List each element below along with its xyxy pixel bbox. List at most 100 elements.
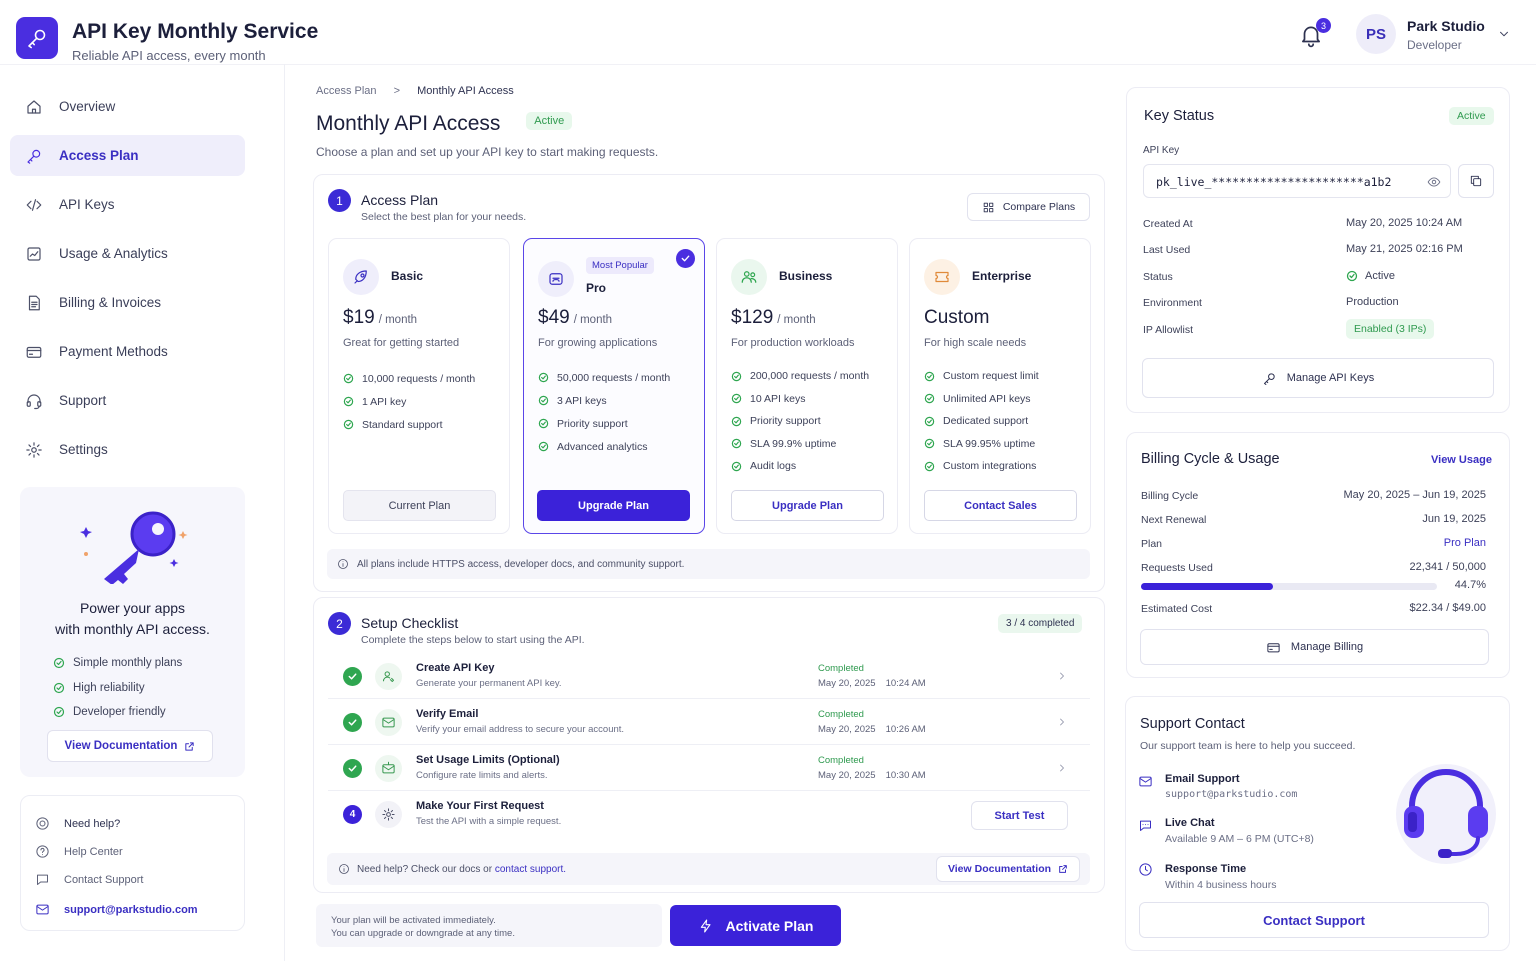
- check-circle-icon: [731, 371, 742, 381]
- sidebar-item-settings[interactable]: Settings: [10, 429, 245, 470]
- response-time-label: Response Time: [1165, 863, 1247, 875]
- check-circle-icon: [53, 682, 65, 693]
- sidebar-item-label: Support: [59, 393, 107, 408]
- api-key-field[interactable]: pk_live_**********************a1b2: [1143, 164, 1451, 198]
- sidebar-item-overview[interactable]: Overview: [10, 86, 245, 127]
- checklist-item-title: Create API Key: [416, 662, 495, 674]
- view-usage-link[interactable]: View Usage: [1431, 454, 1492, 466]
- kv-value: May 20, 2025 10:24 AM: [1346, 217, 1463, 229]
- key-icon: [1263, 372, 1275, 385]
- compare-plans-button[interactable]: Compare Plans: [967, 193, 1090, 221]
- support-email-link[interactable]: support@parkstudio.com: [35, 902, 198, 917]
- list-item: Audit logs: [731, 455, 869, 478]
- sidebar-item-support[interactable]: Support: [10, 380, 245, 421]
- info-icon: [339, 864, 349, 874]
- upgrade-plan-button[interactable]: Upgrade Plan: [731, 490, 884, 521]
- completed-check-icon: [343, 713, 362, 732]
- list-item: 1 API key: [343, 390, 475, 413]
- contact-support-link[interactable]: contact support.: [495, 864, 566, 875]
- app-logo: [16, 17, 58, 59]
- plan-features: 50,000 requests / month 3 API keys Prior…: [538, 366, 670, 458]
- sidebar-item-api-keys[interactable]: API Keys: [10, 184, 245, 225]
- chevron-right-icon[interactable]: [1056, 670, 1068, 682]
- checklist-item-title: Set Usage Limits (Optional): [416, 754, 560, 766]
- status-badge: Active: [1449, 107, 1494, 125]
- checklist-row[interactable]: Verify Email Verify your email address t…: [328, 699, 1090, 745]
- start-test-button[interactable]: Start Test: [971, 801, 1068, 830]
- lightning-icon: [700, 918, 711, 933]
- plan-name: Pro: [586, 281, 607, 295]
- list-item: 10,000 requests / month: [343, 367, 475, 390]
- checklist-row: 4 Make Your First Request Test the API w…: [328, 791, 1090, 839]
- promo-title: Power your apps with monthly API access.: [55, 600, 210, 637]
- usage-percent: 44.7%: [1454, 579, 1486, 591]
- plan-description: For production workloads: [731, 337, 855, 349]
- sidebar-item-usage-analytics[interactable]: Usage & Analytics: [10, 233, 245, 274]
- email-support-value[interactable]: support@parkstudio.com: [1165, 789, 1297, 800]
- plan-card-pro[interactable]: Most Popular Pro $49/ month For growing …: [523, 238, 705, 534]
- list-item: Dedicated support: [924, 410, 1039, 433]
- checklist-row[interactable]: Create API Key Generate your permanent A…: [328, 653, 1090, 699]
- kv-label: Created At: [1143, 218, 1193, 230]
- sidebar-item-label: Settings: [59, 442, 108, 457]
- check-circle-icon: [731, 439, 742, 449]
- contact-support-button[interactable]: Contact Support: [1139, 902, 1489, 938]
- check-circle-icon: [538, 372, 549, 383]
- copy-key-button[interactable]: [1458, 164, 1494, 198]
- chevron-down-icon: [1500, 31, 1508, 37]
- current-plan-button[interactable]: Current Plan: [343, 490, 496, 521]
- info-icon: [338, 559, 348, 569]
- plan-card-business[interactable]: Business $129/ month For production work…: [716, 238, 898, 534]
- completed-check-icon: [343, 667, 362, 686]
- eye-icon[interactable]: [1427, 175, 1441, 189]
- contact-sales-button[interactable]: Contact Sales: [924, 490, 1077, 521]
- api-key-value: pk_live_**********************a1b2: [1156, 175, 1392, 189]
- check-circle-icon: [343, 419, 354, 430]
- sidebar-item-billing-invoices[interactable]: Billing & Invoices: [10, 282, 245, 323]
- ticket-icon: [924, 259, 960, 295]
- checklist-item-desc: Configure rate limits and alerts.: [416, 770, 548, 781]
- external-link-icon: [185, 741, 195, 751]
- kv-value: 22,341 / 50,000: [1409, 561, 1486, 573]
- app-subtitle: Reliable API access, every month: [72, 48, 266, 63]
- check-circle-icon: [924, 416, 935, 426]
- contact-support-link[interactable]: Contact Support: [35, 872, 144, 887]
- avatar[interactable]: PS: [1356, 14, 1396, 54]
- billing-title: Billing Cycle & Usage: [1141, 451, 1280, 467]
- checklist-item-title: Make Your First Request: [416, 800, 544, 812]
- support-title: Support Contact: [1140, 716, 1245, 732]
- notification-badge: 3: [1316, 18, 1331, 33]
- grid-icon: [983, 202, 994, 212]
- sidebar-item-access-plan[interactable]: Access Plan: [10, 135, 245, 176]
- plan-card-basic[interactable]: Basic $19/ month Great for getting start…: [328, 238, 510, 534]
- view-documentation-button[interactable]: View Documentation: [936, 856, 1080, 882]
- user-menu-chevron[interactable]: [1497, 27, 1511, 41]
- checklist-row[interactable]: Set Usage Limits (Optional) Configure ra…: [328, 745, 1090, 791]
- plan-features: 200,000 requests / month 10 API keys Pri…: [731, 365, 869, 478]
- plan-price: $19/ month: [343, 307, 418, 328]
- breadcrumb-parent[interactable]: Access Plan: [316, 85, 377, 97]
- chevron-right-icon[interactable]: [1056, 762, 1068, 774]
- kv-value: $22.34 / $49.00: [1409, 602, 1486, 614]
- step-number: 4: [343, 805, 362, 824]
- upgrade-plan-button[interactable]: Upgrade Plan: [537, 490, 690, 521]
- checklist-item-date: May 20, 2025 10:30 AM: [818, 770, 926, 781]
- activation-note-line1: Your plan will be activated immediately.: [331, 915, 496, 926]
- manage-api-keys-button[interactable]: Manage API Keys: [1142, 358, 1494, 398]
- activation-note: Your plan will be activated immediately.…: [316, 904, 662, 947]
- list-item: SLA 99.9% uptime: [731, 433, 869, 456]
- list-item: Priority support: [731, 410, 869, 433]
- plan-card-enterprise[interactable]: Enterprise Custom For high scale needs C…: [909, 238, 1091, 534]
- kv-label: Requests Used: [1141, 562, 1213, 574]
- kv-label: IP Allowlist: [1143, 324, 1193, 336]
- help-center-link[interactable]: Help Center: [35, 844, 123, 859]
- breadcrumb-separator: >: [393, 85, 401, 97]
- manage-billing-button[interactable]: Manage Billing: [1140, 629, 1489, 665]
- chat-icon: [1138, 818, 1153, 833]
- view-documentation-button[interactable]: View Documentation: [47, 730, 213, 762]
- user-role: Developer: [1407, 38, 1462, 52]
- activate-plan-button[interactable]: Activate Plan: [670, 905, 841, 946]
- sidebar-item-payment-methods[interactable]: Payment Methods: [10, 331, 245, 372]
- chevron-right-icon[interactable]: [1056, 716, 1068, 728]
- live-chat-value: Available 9 AM – 6 PM (UTC+8): [1165, 833, 1314, 845]
